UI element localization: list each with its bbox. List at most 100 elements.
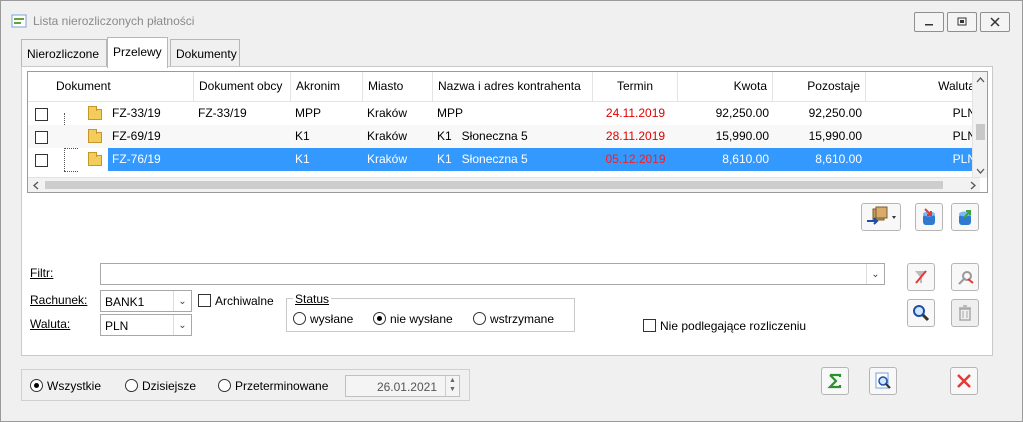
- horizontal-scroll-thumb[interactable]: [45, 181, 943, 189]
- table-row-selected[interactable]: FZ-76/19 K1 Kraków K1 Słoneczna 5 05.12.…: [28, 148, 980, 171]
- cylinder-down-button[interactable]: [915, 203, 943, 231]
- date-filter-bar: Wszystkie Dzisiejsze Przeterminowane 26.…: [21, 369, 470, 401]
- header-dokument[interactable]: Dokument: [28, 72, 194, 102]
- status-option-wyslane: wysłane: [310, 312, 354, 326]
- wrench-filter-icon: [958, 271, 974, 285]
- filtr-label: Filtr:: [30, 266, 54, 280]
- header-termin[interactable]: Termin: [593, 72, 678, 102]
- table-row[interactable]: FZ-69/19 K1 Kraków K1 Słoneczna 5 28.11.…: [28, 125, 980, 148]
- cell-pozostaje: 8,610.00: [815, 152, 862, 166]
- cell-waluta: PLN: [952, 129, 976, 143]
- close-icon: [990, 17, 1000, 27]
- cell-miasto: Kraków: [367, 106, 408, 120]
- archiwalne-checkbox[interactable]: [198, 294, 211, 307]
- date-radio-dzisiejsze[interactable]: [125, 379, 138, 392]
- header-akronim[interactable]: Akronim: [291, 72, 363, 102]
- header-kwota[interactable]: Kwota: [678, 72, 773, 102]
- tab-nierozliczone[interactable]: Nierozliczone: [21, 39, 107, 67]
- status-label: Status: [293, 292, 332, 306]
- cell-nazwa: K1 Słoneczna 5: [437, 129, 528, 143]
- archiwalne-label: Archiwalne: [215, 294, 274, 308]
- folder-icon: [88, 129, 102, 143]
- database-in-icon: [923, 208, 935, 225]
- status-option-nie-wyslane: nie wysłane: [390, 312, 453, 326]
- header-waluta[interactable]: Waluta: [866, 72, 980, 102]
- trash-icon: [959, 305, 971, 321]
- window-title: Lista nierozliczonych płatności: [33, 14, 195, 28]
- payments-table[interactable]: Dokument Dokument obcy Akronim Miasto Na…: [27, 71, 988, 193]
- nie-podlegajace-checkbox[interactable]: [643, 319, 656, 332]
- cell-dokument-obcy: [194, 125, 291, 148]
- cell-waluta: PLN: [952, 106, 976, 120]
- vertical-scroll-thumb[interactable]: [976, 124, 985, 140]
- preview-button[interactable]: [869, 367, 897, 395]
- row-checkbox[interactable]: [35, 131, 48, 144]
- status-option-wstrzymane: wstrzymane: [490, 312, 555, 326]
- header-nazwa[interactable]: Nazwa i adres kontrahenta: [433, 72, 593, 102]
- date-input[interactable]: 26.01.2021 ▲ ▼: [345, 375, 460, 397]
- header-miasto[interactable]: Miasto: [363, 72, 433, 102]
- scroll-left-icon[interactable]: [28, 178, 43, 193]
- waluta-label: Waluta:: [30, 317, 71, 331]
- sum-button[interactable]: [821, 367, 849, 395]
- header-dokument-obcy[interactable]: Dokument obcy: [194, 72, 291, 102]
- minimize-icon: [925, 24, 933, 26]
- scroll-up-icon[interactable]: [973, 72, 988, 87]
- scroll-right-icon[interactable]: [965, 178, 980, 193]
- waluta-select[interactable]: PLN ⌄: [100, 314, 192, 336]
- cell-dokument: FZ-76/19: [112, 152, 161, 166]
- cell-termin: 05.12.2019: [605, 152, 666, 166]
- cell-miasto: Kraków: [367, 129, 408, 143]
- vertical-scrollbar[interactable]: [972, 72, 987, 178]
- status-radio-wstrzymane[interactable]: [473, 312, 486, 325]
- cell-dokument-obcy: FZ-33/19: [198, 106, 247, 120]
- clear-filter-button[interactable]: [907, 263, 935, 291]
- tree-line: [64, 171, 78, 172]
- tab-dokumenty[interactable]: Dokumenty: [170, 39, 240, 67]
- cell-kwota: 15,990.00: [715, 129, 769, 143]
- cell-pozostaje: 92,250.00: [808, 106, 862, 120]
- date-radio-wszystkie[interactable]: [30, 379, 43, 392]
- cell-dokument: FZ-33/19: [112, 106, 161, 120]
- chevron-down-icon[interactable]: ⌄: [866, 264, 884, 284]
- table-row[interactable]: FZ-33/19 FZ-33/19 MPP Kraków MPP 24.11.2…: [28, 102, 980, 125]
- date-radio-przeterminowane[interactable]: [218, 379, 231, 392]
- filter-constructor-button[interactable]: [951, 263, 979, 291]
- restore-icon: [957, 17, 967, 26]
- cell-termin: 28.11.2019: [605, 129, 666, 143]
- status-radio-wyslane[interactable]: [293, 312, 306, 325]
- funnel-clear-icon: [915, 270, 927, 284]
- date-value: 26.01.2021: [376, 380, 437, 394]
- cell-nazwa: MPP: [437, 106, 464, 120]
- search-button[interactable]: [907, 299, 935, 327]
- date-spinner[interactable]: ▲ ▼: [445, 376, 459, 396]
- rachunek-value: BANK1: [105, 295, 145, 309]
- close-button[interactable]: [950, 367, 978, 395]
- maximize-button[interactable]: [947, 12, 977, 32]
- cell-kwota: 8,610.00: [722, 152, 769, 166]
- horizontal-scrollbar[interactable]: [28, 177, 980, 192]
- filtr-combobox[interactable]: ⌄: [100, 263, 885, 285]
- scroll-down-icon[interactable]: [973, 163, 988, 178]
- header-pozostaje[interactable]: Pozostaje: [773, 72, 866, 102]
- row-checkbox[interactable]: [35, 154, 48, 167]
- title-bar: Lista nierozliczonych płatności: [1, 1, 1022, 39]
- cell-miasto: Kraków: [367, 152, 408, 166]
- cylinder-up-button[interactable]: [951, 203, 979, 231]
- status-radio-nie-wyslane[interactable]: [373, 312, 386, 325]
- tab-przelewy[interactable]: Przelewy: [107, 37, 168, 68]
- row-checkbox[interactable]: [35, 108, 48, 121]
- chevron-down-icon[interactable]: ⌄: [173, 315, 191, 335]
- cell-waluta: PLN: [952, 152, 976, 166]
- chevron-down-icon[interactable]: ⌄: [173, 291, 191, 311]
- cell-akronim: K1: [295, 129, 310, 143]
- date-option-przeterminowane: Przeterminowane: [235, 379, 329, 393]
- close-window-button[interactable]: [980, 12, 1010, 32]
- rachunek-select[interactable]: BANK1 ⌄: [100, 290, 192, 312]
- minimize-button[interactable]: [914, 12, 944, 32]
- export-dropdown-button[interactable]: [861, 203, 901, 231]
- date-option-wszystkie: Wszystkie: [47, 379, 101, 393]
- delete-button[interactable]: [951, 299, 979, 327]
- cell-dokument-obcy: [194, 148, 291, 171]
- close-icon: [957, 374, 971, 388]
